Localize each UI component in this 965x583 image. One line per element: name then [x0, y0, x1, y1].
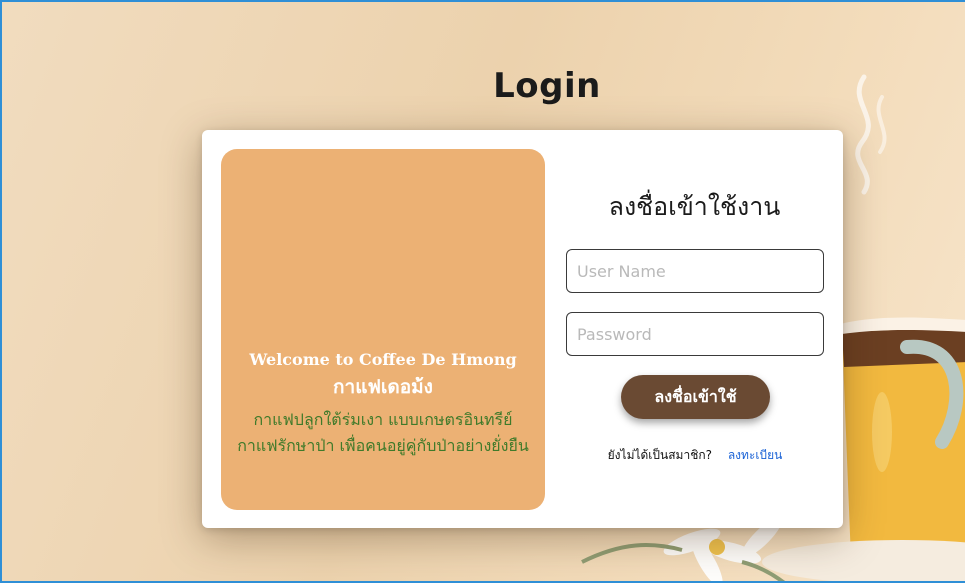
page-title: Login	[493, 66, 601, 106]
welcome-title-th: กาแฟเดอม้ง	[333, 376, 433, 398]
welcome-tagline-line2: กาแฟรักษาป่า เพื่อคนอยู่คู่กับป่าอย่างยั…	[237, 436, 529, 455]
login-form-heading: ลงชื่อเข้าใช้งาน	[608, 192, 781, 221]
register-prompt: ยังไม่ได้เป็นสมาชิก?	[607, 448, 712, 462]
register-link[interactable]: ลงทะเบียน	[728, 448, 783, 462]
login-button[interactable]: ลงชื่อเข้าใช้	[621, 375, 770, 419]
password-input[interactable]	[566, 312, 824, 356]
login-page: Login Welcome to Coffee De Hmong กาแฟเดอ…	[0, 0, 965, 583]
username-input[interactable]	[566, 249, 824, 293]
login-card: Welcome to Coffee De Hmong กาแฟเดอม้ง กา…	[202, 130, 843, 528]
welcome-title-en: Welcome to Coffee De Hmong	[249, 350, 517, 369]
register-row: ยังไม่ได้เป็นสมาชิก? ลงทะเบียน	[566, 446, 824, 465]
welcome-panel: Welcome to Coffee De Hmong กาแฟเดอม้ง กา…	[221, 149, 545, 510]
welcome-tagline-line1: กาแฟปลูกใต้ร่มเงา แบบเกษตรอินทรีย์	[253, 410, 513, 429]
